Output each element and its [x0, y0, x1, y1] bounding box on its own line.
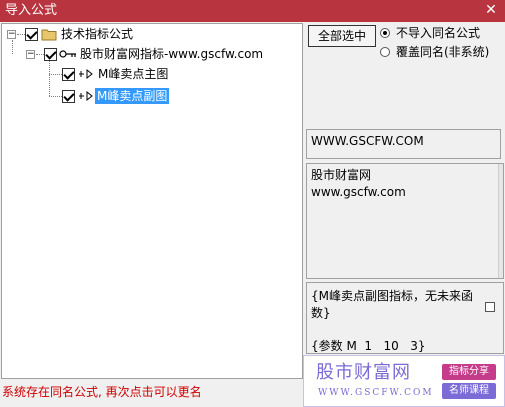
watermark-logo: 股市财富网 WWW.GSCFW.COM 指标分享 名师课程 — [303, 355, 505, 407]
collapse-root-icon[interactable]: − — [7, 30, 16, 39]
title-bar: 导入公式 ✕ — [0, 0, 505, 22]
formula-line2: 数} — [311, 306, 331, 320]
description-line2: www.gscfw.com — [311, 185, 406, 199]
website-text: WWW.GSCFW.COM — [311, 134, 424, 148]
item1-checkbox[interactable] — [62, 68, 75, 81]
status-message: 系统存在同名公式, 再次点击可以更名 — [2, 385, 202, 399]
group-checkbox[interactable] — [44, 48, 57, 61]
formula-tree[interactable]: − 技术指标公式 − 股市财富网指标-www.gscfw.com M峰卖点主图 … — [1, 23, 303, 379]
formula-line3: {参数 M 1 10 3} — [311, 339, 426, 353]
tag-course: 名师课程 — [442, 383, 496, 399]
formula-icon — [79, 68, 93, 80]
window-title: 导入公式 — [5, 3, 58, 18]
logo-url: WWW.GSCFW.COM — [318, 388, 434, 398]
tree-root-label[interactable]: 技术指标公式 — [59, 26, 135, 42]
radio-no-import-label[interactable]: 不导入同名公式 — [396, 25, 480, 41]
select-all-button[interactable]: 全部选中 — [308, 25, 376, 47]
tree-group-label[interactable]: 股市财富网指标-www.gscfw.com — [78, 46, 265, 62]
formula-checkbox[interactable] — [485, 302, 495, 312]
key-icon — [59, 50, 76, 58]
root-checkbox[interactable] — [25, 28, 38, 41]
description-scrollbar[interactable] — [498, 164, 503, 278]
folder-icon — [41, 29, 57, 41]
tag-share: 指标分享 — [442, 364, 496, 380]
tree-line — [49, 74, 62, 75]
radio-overwrite-label[interactable]: 覆盖同名(非系统) — [396, 44, 489, 60]
radio-no-import[interactable] — [380, 28, 390, 38]
radio-overwrite[interactable] — [380, 47, 390, 57]
formula-line1: {M峰卖点副图指标，无未来函 — [311, 289, 473, 303]
logo-name: 股市财富网 — [316, 362, 411, 383]
website-field[interactable]: WWW.GSCFW.COM — [306, 129, 501, 159]
tree-line — [49, 61, 50, 96]
formula-icon — [79, 90, 93, 102]
tree-item-label[interactable]: M峰卖点主图 — [96, 66, 170, 82]
collapse-group-icon[interactable]: − — [26, 50, 35, 59]
tree-item-label-selected[interactable]: M峰卖点副图 — [95, 88, 170, 104]
description-line1: 股市财富网 — [311, 168, 372, 182]
close-icon[interactable]: ✕ — [483, 2, 499, 18]
tree-line — [17, 34, 25, 35]
tree-line — [49, 96, 62, 97]
tree-line — [12, 40, 13, 54]
tree-line — [36, 54, 44, 55]
item2-checkbox[interactable] — [62, 90, 75, 103]
description-field[interactable]: 股市财富网 www.gscfw.com — [306, 163, 504, 279]
formula-field[interactable]: {M峰卖点副图指标，无未来函 数} {参数 M 1 10 3} — [306, 282, 504, 354]
